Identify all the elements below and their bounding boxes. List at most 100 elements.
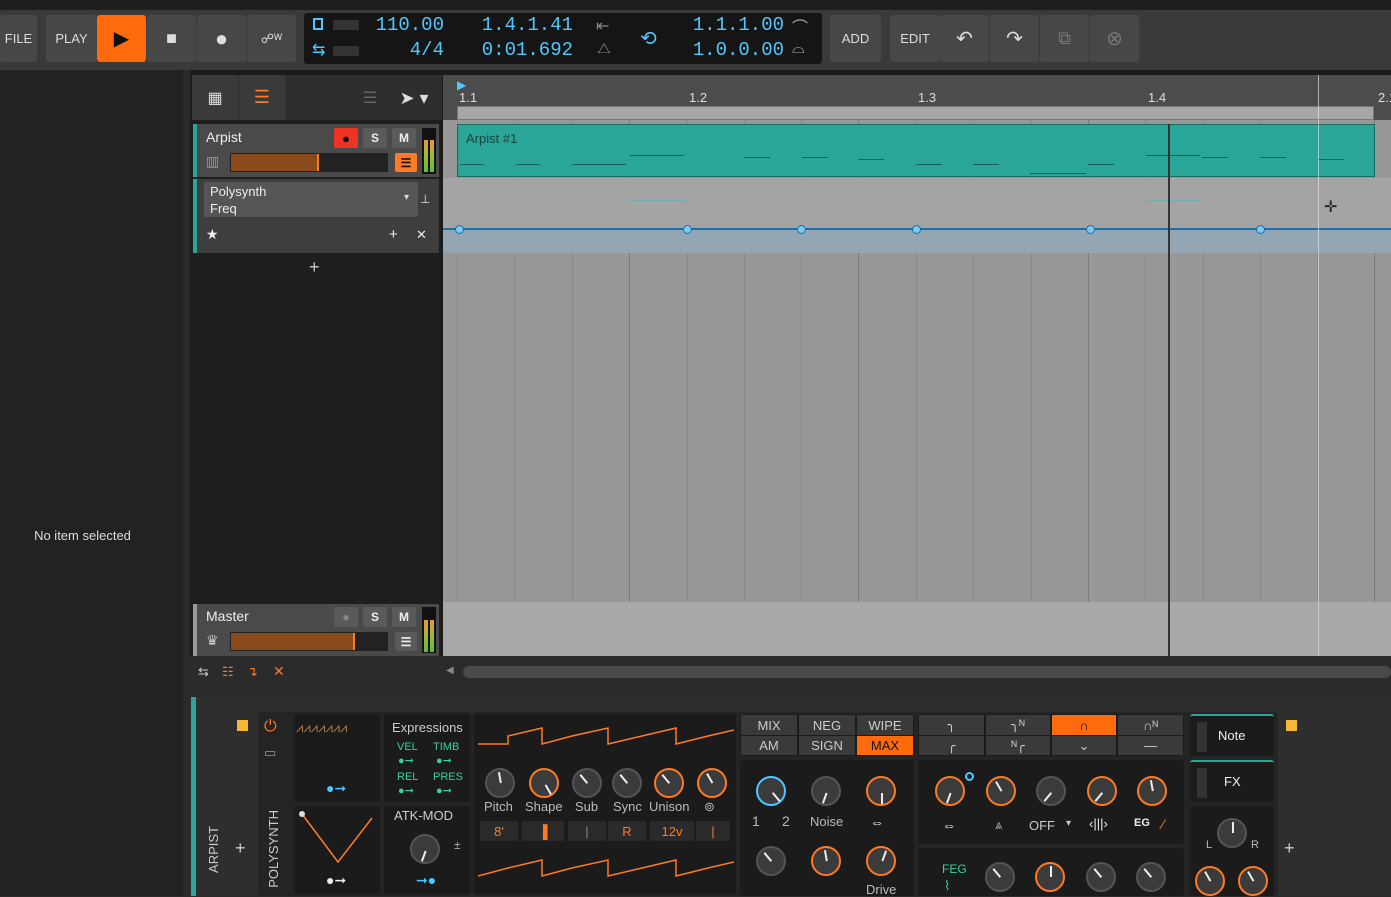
vel-label[interactable]: VEL — [397, 741, 418, 753]
automation-point[interactable] — [455, 225, 464, 234]
pin-icon[interactable]: ⊥ — [420, 192, 430, 206]
output-gain-knob[interactable] — [1238, 866, 1268, 896]
slope-icon[interactable]: ⁄ — [1162, 816, 1164, 832]
power-icon[interactable]: ⏻ — [264, 718, 277, 736]
osc-balance-knob[interactable] — [756, 776, 786, 806]
add-device-after-button[interactable]: + — [1284, 838, 1295, 859]
feg-release-knob[interactable] — [1136, 862, 1166, 892]
layout-button[interactable]: ☰ — [355, 80, 385, 116]
filter-bypass-button[interactable]: — — [1118, 736, 1183, 755]
feg-attack-knob[interactable] — [985, 862, 1015, 892]
add-button[interactable]: ADD — [830, 15, 881, 62]
octave-selector[interactable]: 8' — [480, 821, 518, 841]
track-name[interactable]: Arpist — [206, 129, 242, 145]
folder-icon[interactable]: ▭ — [264, 745, 276, 761]
mix-mode-sign[interactable]: SIGN — [799, 736, 855, 755]
bipolar-icon[interactable]: ± — [454, 838, 461, 852]
mod-arrow-icon[interactable]: ●➞ — [436, 784, 452, 797]
master-menu-button[interactable]: ☰ — [395, 632, 417, 651]
layout-toggle-icon[interactable]: ⇆ — [198, 664, 209, 680]
filter-notch-button[interactable]: ⌄ — [1052, 736, 1116, 755]
cutoff-knob[interactable] — [935, 776, 965, 806]
osc-extra-knob[interactable] — [697, 768, 727, 798]
clip-launcher-toggle[interactable]: ▦ — [192, 75, 238, 120]
sub-knob[interactable] — [572, 768, 602, 798]
track-view-icon[interactable]: ☷ — [222, 664, 234, 680]
mod-arrow-icon[interactable]: ●➞ — [436, 754, 452, 767]
close-icon[interactable]: ✕ — [273, 663, 285, 680]
loop-start[interactable]: 1.1.1.00 — [680, 14, 784, 36]
mod-arrow-icon[interactable]: ●➞ — [326, 780, 346, 797]
sub-mode-selector[interactable]: | — [568, 821, 606, 841]
pan-knob[interactable] — [1217, 818, 1247, 848]
pre-roll-icon[interactable]: ⇤ — [596, 16, 609, 36]
automation-point[interactable] — [683, 225, 692, 234]
add-track-button[interactable]: + — [309, 257, 320, 278]
master-record-arm-button[interactable]: ● — [334, 607, 358, 627]
play-button[interactable]: ▶ — [97, 15, 146, 62]
punch-in-icon[interactable]: ⌒ — [792, 14, 808, 38]
swap-icon[interactable]: ⇔ — [870, 814, 884, 830]
arranger-toggle[interactable]: ☰ — [239, 75, 285, 120]
add-device-button[interactable]: + — [235, 838, 246, 859]
add-lane-button[interactable]: + — [389, 226, 398, 243]
automation-point[interactable] — [797, 225, 806, 234]
automation-mode-icon[interactable]: ★ — [206, 226, 219, 243]
filter-mode-selector[interactable]: OFF — [1029, 818, 1055, 833]
duplicate-button[interactable]: ⧉ — [1040, 15, 1089, 62]
mix-mode-am[interactable]: AM — [741, 736, 797, 755]
tempo-field[interactable]: 110.00 — [368, 14, 444, 36]
undo-button[interactable]: ↶ — [940, 15, 989, 62]
noise-knob[interactable] — [811, 776, 841, 806]
mod-arrow-icon[interactable]: ●➞ — [398, 784, 414, 797]
timb-label[interactable]: TIMB — [433, 741, 459, 753]
file-menu-button[interactable]: FILE — [0, 15, 37, 62]
pointer-tool-button[interactable]: ➤ ▾ — [390, 80, 438, 116]
stereo-mode-selector[interactable]: | — [696, 821, 730, 841]
mixer-out-knob[interactable] — [866, 776, 896, 806]
mod-arrow-icon[interactable]: ➞● — [416, 872, 436, 889]
resonance-knob[interactable] — [986, 776, 1016, 806]
follow-icon[interactable]: ↴ — [247, 664, 258, 680]
edit-button[interactable]: EDIT — [890, 15, 940, 62]
retrigger-toggle[interactable]: R — [608, 821, 646, 841]
filter-lowpass-res-button[interactable]: ╮ᴺ — [986, 715, 1050, 735]
filter-highpass-button[interactable]: ╭ — [919, 736, 984, 755]
playhead[interactable] — [1168, 124, 1170, 656]
metronome-icon[interactable]: ⧍ — [597, 40, 611, 57]
feg-sustain-knob[interactable] — [1086, 862, 1116, 892]
sync-knob[interactable] — [612, 768, 642, 798]
filter-lowpass-button[interactable]: ╮ — [919, 715, 984, 735]
noise-width-knob[interactable] — [811, 846, 841, 876]
track-menu-button[interactable]: ☰ — [395, 153, 417, 172]
unison-knob[interactable] — [654, 768, 684, 798]
punch-out-icon[interactable]: ⌓ — [792, 40, 805, 58]
pres-label[interactable]: PRES — [433, 771, 463, 783]
mix-mode-mix[interactable]: MIX — [741, 715, 797, 735]
mix-mode-neg[interactable]: NEG — [799, 715, 855, 735]
automation-point[interactable] — [1086, 225, 1095, 234]
master-lane[interactable] — [443, 602, 1391, 657]
shape-knob[interactable] — [529, 768, 559, 798]
unison-voices-selector[interactable]: 12v — [650, 821, 694, 841]
remove-lane-button[interactable]: ✕ — [416, 227, 427, 243]
filter-env-knob[interactable] — [1087, 776, 1117, 806]
filter-drive-knob[interactable] — [1036, 776, 1066, 806]
solo-button[interactable]: S — [363, 128, 387, 148]
noise-color-knob[interactable] — [756, 846, 786, 876]
mod-arrow-icon[interactable]: ●➞ — [326, 872, 346, 889]
master-mute-button[interactable]: M — [392, 607, 416, 627]
eg-icon[interactable]: EG — [1134, 817, 1150, 829]
filter-bandpass-res-button[interactable]: ∩ᴺ — [1118, 715, 1183, 735]
drive-knob[interactable] — [866, 846, 896, 876]
loop-region[interactable] — [457, 106, 1374, 120]
record-button[interactable]: ● — [197, 15, 246, 62]
time-signature-field[interactable]: 4/4 — [368, 39, 444, 61]
output-level-knob[interactable] — [1195, 866, 1225, 896]
mute-button[interactable]: M — [392, 128, 416, 148]
mix-mode-max[interactable]: MAX — [857, 736, 913, 755]
pitch-knob[interactable] — [485, 768, 515, 798]
automation-write-button[interactable]: ☍ᵂ — [247, 15, 296, 62]
feg-decay-knob[interactable] — [1035, 862, 1065, 892]
master-solo-button[interactable]: S — [363, 607, 387, 627]
